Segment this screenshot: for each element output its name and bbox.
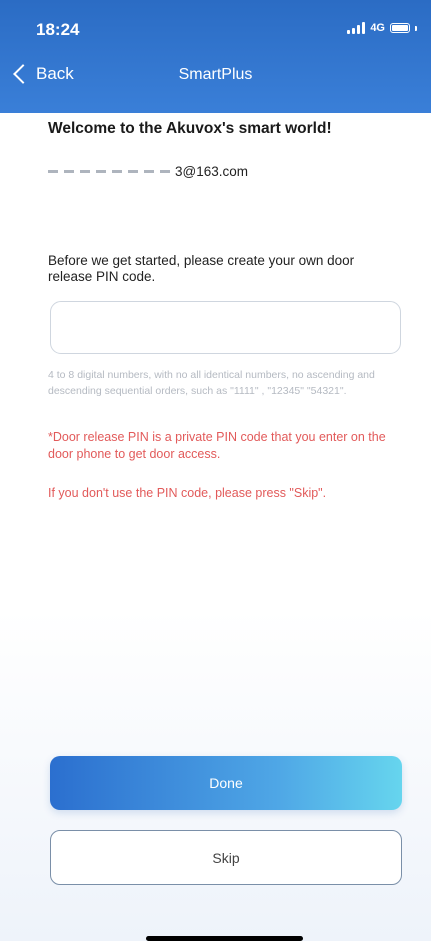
main-content: Welcome to the Akuvox's smart world! 3@1…: [0, 113, 431, 941]
pin-note: *Door release PIN is a private PIN code …: [48, 430, 386, 461]
app-header: 18:24 4G Back SmartPlus: [0, 0, 431, 113]
battery-icon: [390, 23, 410, 33]
skip-button[interactable]: Skip: [50, 830, 402, 885]
skip-note: If you don't use the PIN code, please pr…: [48, 486, 327, 500]
network-label: 4G: [370, 22, 385, 34]
email-text: 3@163.com: [175, 163, 248, 179]
email-mask: [48, 169, 172, 173]
status-indicators: 4G: [347, 22, 417, 34]
done-button[interactable]: Done: [50, 756, 402, 810]
battery-tip: [415, 25, 417, 31]
status-bar: 18:24 4G: [0, 0, 431, 60]
instruction-text: Before we get started, please create you…: [48, 253, 355, 284]
welcome-heading: Welcome to the Akuvox's smart world!: [48, 120, 332, 137]
pin-input[interactable]: [50, 301, 401, 354]
page-title: SmartPlus: [178, 66, 253, 83]
email-row: 3@163.com: [48, 161, 248, 181]
signal-icon: [347, 22, 366, 34]
home-indicator: [146, 936, 303, 941]
status-time: 18:24: [36, 20, 80, 39]
nav-bar: Back SmartPlus: [0, 56, 431, 100]
pin-hint: 4 to 8 digital numbers, with no all iden…: [48, 369, 375, 397]
